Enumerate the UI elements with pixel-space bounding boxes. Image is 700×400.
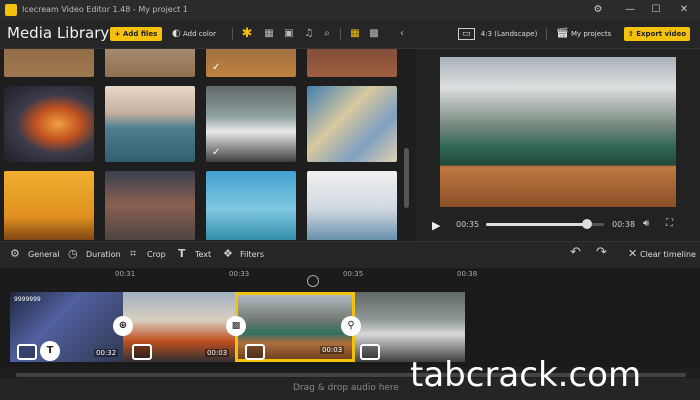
seek-progress [486, 223, 588, 226]
filter-effect-icon[interactable]: ⚲ [341, 316, 361, 336]
media-thumbnail[interactable] [307, 171, 397, 240]
export-label: Export video [636, 30, 687, 38]
preview-panel [416, 49, 700, 241]
zoom-effect-icon[interactable]: ⊕ [113, 316, 133, 336]
media-library-title: Media Library [7, 24, 110, 42]
divider [232, 28, 233, 40]
media-thumbnail[interactable] [105, 171, 195, 240]
timeline-ruler: 00:31 00:33 00:35 00:38 [0, 268, 700, 288]
app-logo [5, 4, 17, 16]
maximize-icon[interactable]: ☐ [648, 3, 664, 17]
current-time: 00:35 [456, 220, 480, 229]
media-thumbnail[interactable] [4, 86, 94, 162]
ruler-tick: 00:38 [457, 270, 478, 278]
my-projects-label: My projects [570, 30, 612, 38]
crop-icon: ⌗ [130, 247, 137, 260]
search-icon[interactable]: ⌕ [320, 27, 334, 41]
image-filter-icon[interactable]: ▣ [282, 27, 296, 41]
ruler-tick: 00:31 [115, 270, 136, 278]
clip-transition-icon[interactable] [17, 344, 37, 360]
add-files-button[interactable]: + Add files [110, 27, 162, 41]
ruler-tick: 00:35 [343, 270, 364, 278]
transition-icon[interactable]: ▩ [226, 316, 246, 336]
redo-icon[interactable]: ↷ [596, 245, 607, 260]
text-overlay-icon[interactable]: T [40, 341, 60, 361]
clock-icon: ◷ [68, 247, 78, 260]
ruler-tick: 00:33 [229, 270, 250, 278]
small-grid-view-icon[interactable]: ▩ [367, 27, 381, 41]
media-thumbnail[interactable]: ✓ [206, 49, 296, 77]
toolbar: Media Library + Add files ◐ Add color ✱ … [0, 20, 700, 49]
clip-transition-icon[interactable] [245, 344, 265, 360]
general-button[interactable]: General [28, 250, 60, 259]
add-color-button[interactable]: ◐ Add color [172, 26, 216, 42]
music-filter-icon[interactable]: ♫ [302, 27, 316, 41]
favorites-star-icon[interactable]: ✱ [240, 27, 254, 41]
settings-gear-icon[interactable]: ⚙ [590, 3, 606, 17]
clear-timeline-button[interactable]: Clear timeline [640, 250, 696, 259]
aspect-ratio-selector[interactable]: ▭ 4:3 (Landscape) [458, 26, 537, 42]
clip-duration: 00:03 [320, 346, 345, 354]
collapse-panel-icon[interactable]: ‹ [395, 27, 409, 41]
video-preview [440, 57, 676, 207]
media-thumbnail[interactable] [105, 49, 195, 77]
export-video-button[interactable]: ⇪ Export video [624, 27, 690, 41]
minimize-icon[interactable]: — [622, 3, 638, 17]
clip-transition-icon[interactable] [360, 344, 380, 360]
palette-icon: ◐ [172, 28, 181, 39]
large-grid-view-icon[interactable]: ▦ [348, 27, 362, 41]
clip-transition-icon[interactable] [132, 344, 152, 360]
media-thumbnail[interactable] [307, 49, 397, 77]
media-thumbnail[interactable] [4, 49, 94, 77]
title-bar: Icecream Video Editor 1.48 - My project … [0, 0, 700, 20]
text-icon: T [178, 247, 186, 260]
seek-bar[interactable] [486, 219, 604, 229]
media-grid: ✓ ✓ [0, 49, 400, 240]
volume-icon[interactable]: 🔊︎ [643, 218, 649, 229]
add-color-label: Add color [182, 30, 216, 38]
gear-icon: ⚙ [10, 247, 20, 260]
end-time: 00:38 [612, 220, 636, 229]
fullscreen-icon[interactable]: ⛶ [666, 218, 673, 229]
divider [546, 28, 547, 40]
export-icon: ⇪ [627, 30, 634, 38]
window-title: Icecream Video Editor 1.48 - My project … [22, 5, 188, 14]
watermark-text: tabcrack.com [410, 355, 642, 395]
aspect-ratio-label: 4:3 (Landscape) [480, 30, 538, 38]
close-icon[interactable]: ✕ [676, 3, 692, 17]
clip-overlay-text: 9999999 [14, 296, 41, 303]
video-filter-icon[interactable]: ▦ [262, 27, 276, 41]
clear-icon: ✕ [628, 247, 638, 260]
play-icon[interactable]: ▶ [432, 219, 440, 232]
media-thumbnail[interactable] [206, 171, 296, 240]
check-icon: ✓ [212, 62, 221, 73]
media-thumbnail[interactable]: ✓ [206, 86, 296, 162]
media-thumbnail[interactable] [4, 171, 94, 240]
my-projects-button[interactable]: 🎬︎ My projects [556, 26, 611, 42]
audio-drop-hint: Drag & drop audio here [293, 383, 399, 393]
filters-icon: ❖ [223, 247, 233, 260]
media-thumbnail[interactable] [307, 86, 397, 162]
playhead[interactable] [307, 275, 319, 287]
check-icon: ✓ [212, 147, 221, 158]
clip-duration: 00:32 [94, 349, 119, 357]
clip-duration: 00:03 [205, 349, 230, 357]
filters-button[interactable]: Filters [240, 250, 264, 259]
edit-toolbar: ⚙ General ◷ Duration ⌗ Crop T Text ❖ Fil… [0, 241, 700, 269]
media-scrollbar[interactable] [404, 148, 409, 208]
projects-icon: 🎬︎ [556, 28, 569, 39]
aspect-ratio-icon: ▭ [458, 28, 475, 40]
undo-icon[interactable]: ↶ [570, 245, 581, 260]
media-thumbnail[interactable] [105, 86, 195, 162]
divider [340, 28, 341, 40]
text-button[interactable]: Text [195, 250, 211, 259]
duration-button[interactable]: Duration [86, 250, 121, 259]
crop-button[interactable]: Crop [147, 250, 166, 259]
